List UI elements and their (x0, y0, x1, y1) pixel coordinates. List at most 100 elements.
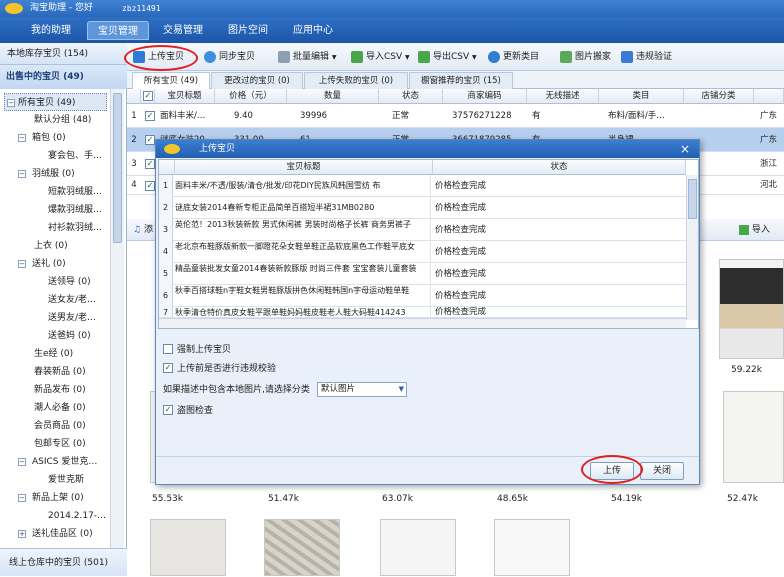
user-name: zbz11491 (122, 4, 161, 13)
product-thumbnail[interactable] (723, 391, 784, 483)
tab-changed-items[interactable]: 更改过的宝贝 (0) (211, 72, 303, 89)
select-all-checkbox[interactable]: ✓ (141, 89, 155, 104)
table-row[interactable]: 1 ✓ 面料丰米/… 9.40 39996 正常 37576271228 有 布… (127, 104, 784, 128)
export-csv-button[interactable]: 导出CSV ▼ (418, 49, 477, 66)
import-csv-button[interactable]: 导入CSV ▼ (351, 49, 410, 66)
batch-edit-button[interactable]: 批量编辑 ▼ (278, 49, 337, 66)
menu-item-management[interactable]: 宝贝管理 (87, 21, 149, 40)
table-row[interactable]: 2 谜底女装2014春新专柜正品简单百搭短半裙31MB0280 价格检查完成 (159, 197, 686, 219)
item-tabs: 所有宝贝 (49) 更改过的宝贝 (0) 上传失败的宝贝 (0) 橱窗推荐的宝贝… (127, 71, 784, 90)
theft-check-option[interactable]: ✓ 盗图检查 (163, 404, 213, 418)
taobao-logo-icon (164, 144, 180, 154)
collapse-icon[interactable]: − (18, 170, 26, 178)
table-row[interactable]: 7 秋季清仓特价真皮女鞋平跟单鞋妈妈鞋皮鞋老人鞋大码鞋414243 价格检查完成 (159, 307, 686, 318)
close-button[interactable]: 关闭 (640, 462, 684, 480)
col-code[interactable]: 商家编码 (443, 89, 527, 104)
table-row[interactable]: 6 秋季百搭球鞋n字鞋女鞋男鞋豚版拼色休闲鞋韩国n字母运动鞋单鞋 价格检查完成 (159, 285, 686, 307)
table-row[interactable]: 5 精品童装批发女童2014春装新款豚版 时尚三件套 宝宝套装儿童套装 价格检查… (159, 263, 686, 285)
tree-item[interactable]: 上衣 (0) (34, 237, 68, 255)
tree-item[interactable]: 宴会包、手… (48, 147, 102, 165)
row-checkbox[interactable]: ✓ (145, 181, 155, 191)
expand-icon[interactable]: + (18, 530, 26, 538)
sidebar-local-store[interactable]: 本地库存宝贝 (154) (0, 43, 127, 65)
menu-app-center[interactable]: 应用中心 (282, 21, 344, 40)
row-checkbox[interactable]: ✓ (145, 135, 155, 145)
tree-item[interactable]: 包邮专区 (0) (34, 435, 86, 453)
col-status[interactable]: 状态 (379, 89, 443, 104)
menu-image-space[interactable]: 图片空间 (217, 21, 279, 40)
tab-upload-failed[interactable]: 上传失败的宝贝 (0) (304, 72, 408, 89)
sidebar-on-sale[interactable]: 出售中的宝贝 (49) (0, 65, 127, 89)
edit-icon (278, 50, 290, 63)
menu-my-assistant[interactable]: 我的助理 (20, 21, 82, 40)
theft-check-checkbox[interactable]: ✓ (163, 404, 173, 415)
sidebar-scrollbar[interactable] (110, 89, 124, 548)
sidebar-warehouse[interactable]: 线上仓库中的宝贝 (501) (0, 548, 127, 576)
close-icon[interactable]: × (676, 140, 694, 158)
tree-item[interactable]: 送女友/老… (48, 291, 96, 309)
col-title[interactable]: 宝贝标题 (155, 89, 215, 104)
collapse-icon[interactable]: − (18, 260, 26, 268)
table-row[interactable]: 4 老北京布鞋豚版新款一脚蹬花朵女鞋单鞋正品软底黑色工作鞋平底女 价格检查完成 (159, 241, 686, 263)
image-size-label: 54.19k (611, 494, 642, 504)
import-image-button[interactable]: 导入 (739, 223, 770, 237)
sync-button[interactable]: 同步宝贝 (204, 49, 255, 66)
violation-check-button[interactable]: 违规验证 (621, 49, 672, 66)
tree-item[interactable]: 春装新品 (0) (34, 363, 86, 381)
table-row[interactable]: 1 面料丰米/不透/服装/清仓/批发/印花DIY民族风韩国雪纺 布 价格检查完成 (159, 175, 686, 197)
force-upload-checkbox[interactable] (163, 343, 173, 354)
product-thumbnail[interactable] (380, 519, 456, 576)
tree-item[interactable]: 爆款羽绒服… (48, 201, 102, 219)
tree-item[interactable]: 新品发布 (0) (34, 381, 86, 399)
local-images-prompt: 如果描述中包含本地图片,请选择分类 (163, 385, 310, 395)
update-category-button[interactable]: 更新类目 (488, 49, 539, 66)
pre-check-checkbox[interactable]: ✓ (163, 362, 173, 373)
tab-all-items[interactable]: 所有宝贝 (49) (132, 72, 210, 90)
col-upload-status[interactable]: 状态 (433, 160, 686, 175)
tree-item[interactable]: 送领导 (0) (48, 273, 91, 291)
tree-item[interactable]: 生e经 (0) (34, 345, 73, 363)
col-wireless[interactable]: 无线描述 (527, 89, 599, 104)
col-shop-category[interactable]: 店铺分类 (684, 89, 754, 104)
image-size-label: 51.47k (268, 494, 299, 504)
collapse-icon[interactable]: − (18, 458, 26, 466)
collapse-icon[interactable]: − (18, 134, 26, 142)
table-row[interactable]: 3 英伦范！2013秋装新款 男式休闲裤 男装时尚格子长裤 商务男裤子 价格检查… (159, 219, 686, 241)
tree-item[interactable]: 会员商品 (0) (34, 417, 86, 435)
dialog-vertical-scrollbar[interactable] (686, 175, 698, 320)
tree-item[interactable]: 衬衫款羽绒… (48, 219, 102, 237)
collapse-icon[interactable]: − (7, 99, 15, 107)
row-checkbox[interactable]: ✓ (145, 111, 155, 121)
col-price[interactable]: 价格（元） (215, 89, 287, 104)
product-thumbnail[interactable] (150, 519, 226, 576)
image-mover-button[interactable]: 图片搬家 (560, 49, 611, 66)
add-image-button[interactable]: ♫ 添 (133, 223, 153, 237)
col-quantity[interactable]: 数量 (287, 89, 379, 104)
product-thumbnail[interactable] (264, 519, 340, 576)
main-menu: 我的助理 宝贝管理 交易管理 图片空间 应用中心 (0, 17, 784, 43)
tree-item[interactable]: 送爸妈 (0) (48, 327, 91, 345)
dialog-title-bar: 上传宝贝 × (156, 140, 699, 158)
tree-item[interactable]: 短款羽绒服… (48, 183, 102, 201)
pre-check-option[interactable]: ✓ 上传前是否进行违规校验 (163, 362, 276, 376)
tab-window-recommended[interactable]: 橱窗推荐的宝贝 (15) (409, 72, 513, 89)
product-thumbnail[interactable] (494, 519, 570, 576)
scrollbar-thumb[interactable] (688, 179, 697, 219)
tree-item-all[interactable]: − 所有宝贝 (49) (4, 93, 107, 111)
col-item-title[interactable]: 宝贝标题 (175, 160, 433, 175)
menu-trade-management[interactable]: 交易管理 (152, 21, 214, 40)
product-thumbnail[interactable] (719, 259, 784, 359)
col-category[interactable]: 类目 (599, 89, 684, 104)
tree-item[interactable]: 2014.2.17-… (48, 507, 106, 525)
tree-item[interactable]: 潮人必备 (0) (34, 399, 86, 417)
force-upload-option[interactable]: 强制上传宝贝 (163, 343, 231, 357)
scrollbar-thumb[interactable] (113, 93, 122, 243)
tree-item[interactable]: 爱世克斯 (48, 471, 84, 489)
title-bar: 淘宝助理 - 您好 zbz11491 (0, 0, 784, 17)
row-checkbox[interactable]: ✓ (145, 159, 155, 169)
tree-item[interactable]: 默认分组 (48) (34, 111, 91, 129)
collapse-icon[interactable]: − (18, 494, 26, 502)
tree-item[interactable]: 送男友/老… (48, 309, 96, 327)
image-category-select[interactable]: 默认图片 ▼ (317, 382, 407, 397)
dialog-horizontal-scrollbar[interactable] (159, 318, 686, 328)
